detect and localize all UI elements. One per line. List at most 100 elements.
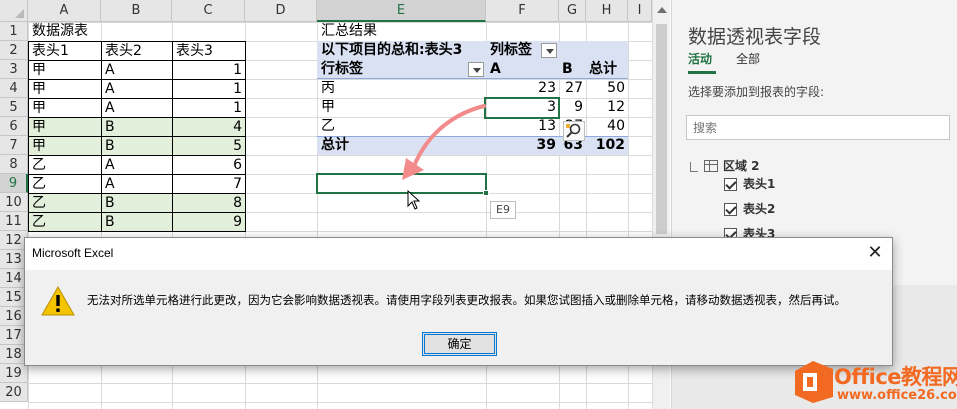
dialog-titlebar[interactable]: Microsoft Excel ✕ [25, 238, 892, 270]
source-cell[interactable]: 9 [172, 212, 246, 232]
source-cell[interactable]: A [101, 98, 173, 118]
source-cell[interactable]: 4 [172, 117, 246, 137]
column-header-i[interactable]: I [628, 0, 652, 22]
source-cell[interactable]: 甲 [28, 117, 102, 137]
office-logo-icon [795, 361, 833, 403]
source-cell[interactable]: A [101, 174, 173, 194]
source-cell[interactable]: 6 [172, 155, 246, 175]
source-cell[interactable]: 乙 [28, 212, 102, 232]
source-header-3[interactable]: 表头3 [172, 41, 246, 61]
selected-cell-e9[interactable] [316, 173, 489, 196]
pivot-title[interactable]: 汇总结果 [318, 22, 486, 41]
pivot-total-cell[interactable]: 102 [586, 136, 628, 155]
source-cell[interactable]: B [101, 117, 173, 137]
source-cell[interactable]: 甲 [28, 79, 102, 99]
select-all-corner[interactable] [0, 0, 28, 22]
source-cell[interactable]: 5 [172, 136, 246, 156]
row-header[interactable]: 7 [0, 136, 28, 155]
field-item[interactable]: 表头1 [724, 175, 775, 192]
row-header-selected[interactable]: 9 [0, 174, 28, 193]
scroll-up-icon[interactable] [657, 7, 667, 13]
pivot-col-header[interactable]: A [487, 60, 559, 79]
source-cell[interactable]: 1 [172, 60, 246, 80]
source-cell[interactable]: B [101, 212, 173, 232]
source-cell[interactable]: B [101, 136, 173, 156]
row-header[interactable]: 10 [0, 193, 28, 212]
row-header[interactable]: 1 [0, 22, 28, 41]
source-cell[interactable]: 甲 [28, 98, 102, 118]
row-header[interactable]: 11 [0, 212, 28, 231]
collapse-toggle-icon[interactable] [690, 162, 698, 172]
pivot-value-cell[interactable]: 50 [586, 79, 628, 98]
row-header[interactable]: 2 [0, 41, 28, 60]
row-header[interactable]: 3 [0, 60, 28, 79]
pivot-value-cell[interactable]: 12 [586, 98, 628, 117]
row-header[interactable]: 19 [0, 364, 28, 383]
dialog-message: 无法对所选单元格进行此更改，因为它会影响数据透视表。请使用字段列表更改报表。如果… [87, 293, 846, 307]
field-checkbox[interactable] [724, 203, 737, 216]
source-cell[interactable]: 甲 [28, 136, 102, 156]
source-cell[interactable]: 1 [172, 79, 246, 99]
source-cell[interactable]: 8 [172, 193, 246, 213]
field-checkbox[interactable] [724, 178, 737, 191]
pivot-row-label-cell[interactable]: 丙 [318, 79, 486, 98]
column-header-g[interactable]: G [559, 0, 586, 22]
source-title[interactable]: 数据源表 [29, 22, 172, 41]
pivot-col-header[interactable]: B [559, 60, 586, 79]
ok-button[interactable]: 确定 [422, 332, 497, 356]
pivot-value-cell[interactable]: 27 [559, 79, 586, 98]
column-header-d[interactable]: D [245, 0, 317, 22]
pivot-value-cell[interactable]: 23 [486, 79, 559, 98]
row-header[interactable]: 5 [0, 98, 28, 117]
column-header-b[interactable]: B [101, 0, 172, 22]
column-header-h[interactable]: H [586, 0, 628, 22]
source-cell[interactable]: A [101, 79, 173, 99]
pivot-row-label-cell[interactable]: 甲 [318, 98, 486, 117]
row-header[interactable]: 6 [0, 117, 28, 136]
pivot-value-label[interactable]: 以下项目的总和:表头3 [318, 41, 486, 60]
row-header[interactable]: 20 [0, 383, 28, 402]
watermark-url: www.office26.com [837, 388, 957, 403]
source-cell[interactable]: 甲 [28, 60, 102, 80]
pivot-value-cell[interactable]: 40 [586, 117, 628, 136]
column-header-a[interactable]: A [28, 0, 101, 22]
source-header-2[interactable]: 表头2 [101, 41, 173, 61]
source-cell[interactable]: 乙 [28, 174, 102, 194]
column-header-e[interactable]: E [317, 0, 486, 22]
source-cell[interactable]: 7 [172, 174, 246, 194]
source-cell[interactable]: 乙 [28, 193, 102, 213]
tab-active[interactable]: 活动 [688, 50, 712, 67]
field-label: 表头2 [743, 202, 776, 216]
tree-root-region[interactable]: 区域 2 [690, 157, 760, 174]
close-icon[interactable]: ✕ [858, 238, 892, 270]
row-header[interactable]: 4 [0, 79, 28, 98]
field-item[interactable]: 表头2 [724, 200, 775, 217]
pivot-value-cell[interactable]: 9 [559, 98, 586, 117]
pane-hint: 选择要添加到报表的字段: [688, 85, 825, 99]
col-filter-dropdown-icon[interactable] [541, 43, 557, 58]
source-header-1[interactable]: 表头1 [28, 41, 102, 61]
fill-handle[interactable] [483, 190, 489, 196]
quick-analysis-icon[interactable] [563, 121, 585, 141]
warning-icon [41, 285, 75, 316]
pivot-value-cell[interactable]: 13 [486, 117, 559, 136]
pivot-total-label[interactable]: 总计 [318, 136, 486, 155]
pivot-total-cell[interactable]: 39 [486, 136, 559, 155]
row-filter-dropdown-icon[interactable] [468, 62, 484, 77]
field-label: 表头1 [743, 177, 776, 191]
source-cell[interactable]: 乙 [28, 155, 102, 175]
column-header-c[interactable]: C [172, 0, 245, 22]
pivot-row-label[interactable]: 行标签 [318, 60, 468, 79]
pivot-row-label-cell[interactable]: 乙 [318, 117, 486, 136]
column-header-f[interactable]: F [486, 0, 559, 22]
source-cell[interactable]: A [101, 155, 173, 175]
tab-all[interactable]: 全部 [736, 50, 760, 67]
watermark-brand: Office教程网 [834, 365, 957, 389]
source-cell[interactable]: B [101, 193, 173, 213]
row-header[interactable]: 8 [0, 155, 28, 174]
source-cell[interactable]: 1 [172, 98, 246, 118]
scrollbar-thumb[interactable] [656, 24, 667, 234]
source-cell[interactable]: A [101, 60, 173, 80]
pivot-col-header[interactable]: 总计 [586, 60, 628, 79]
field-search-input[interactable] [686, 115, 950, 140]
